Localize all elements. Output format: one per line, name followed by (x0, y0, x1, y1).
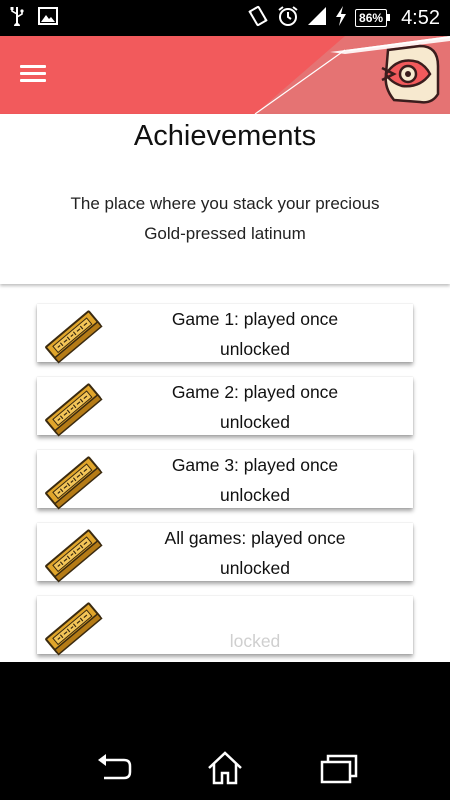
subtitle-line-2: Gold-pressed latinum (144, 224, 306, 243)
menu-button[interactable] (20, 61, 56, 89)
usb-icon (10, 6, 24, 31)
latinum-bar-icon (43, 526, 103, 584)
achievement-title (107, 596, 403, 626)
achievement-item[interactable]: Game 1: played once unlocked (37, 304, 413, 365)
navigation-bar (0, 662, 450, 800)
home-icon (208, 751, 242, 785)
vibrate-icon (247, 5, 269, 32)
achievement-title: Game 1: played once (171, 309, 339, 329)
subtitle-line-1: The place where you stack your precious (70, 194, 380, 213)
clock: 4:52 (401, 6, 440, 29)
achievement-status: unlocked (219, 339, 291, 359)
home-button[interactable] (205, 750, 245, 786)
achievement-item-locked[interactable]: locked (37, 596, 413, 657)
back-icon (98, 754, 132, 780)
charging-icon (335, 5, 347, 31)
battery-indicator: 86% (355, 9, 391, 27)
achievement-item[interactable]: Game 3: played once unlocked (37, 450, 413, 511)
achievement-title: Game 2: played once (171, 382, 339, 402)
app-bar (0, 36, 450, 114)
achievement-item[interactable]: All games: played once unlocked (37, 523, 413, 584)
hamburger-menu-icon (20, 65, 56, 82)
achievement-status: unlocked (219, 558, 291, 578)
latinum-bar-icon (43, 380, 103, 438)
header-card: Achievements The place where you stack y… (0, 114, 450, 284)
signal-icon (307, 6, 327, 31)
latinum-bar-icon (43, 307, 103, 365)
status-bar: 86% 4:52 (0, 0, 450, 36)
image-icon (38, 6, 58, 30)
page-title: Achievements (133, 120, 317, 152)
recent-apps-button[interactable] (318, 750, 358, 786)
achievement-status: unlocked (219, 485, 291, 505)
latinum-bar-icon (43, 599, 103, 657)
achievement-item[interactable]: Game 2: played once unlocked (37, 377, 413, 438)
alarm-icon (277, 5, 299, 32)
achievement-title: Game 3: played once (171, 455, 339, 475)
recent-apps-icon (320, 754, 358, 784)
latinum-bar-icon (43, 453, 103, 511)
app-logo-icon (380, 44, 442, 106)
back-button[interactable] (94, 750, 134, 786)
achievement-status: locked (229, 631, 281, 651)
achievement-title: All games: played once (164, 528, 346, 548)
page-subtitle: The place where you stack your precious … (0, 189, 450, 249)
achievement-status: unlocked (219, 412, 291, 432)
